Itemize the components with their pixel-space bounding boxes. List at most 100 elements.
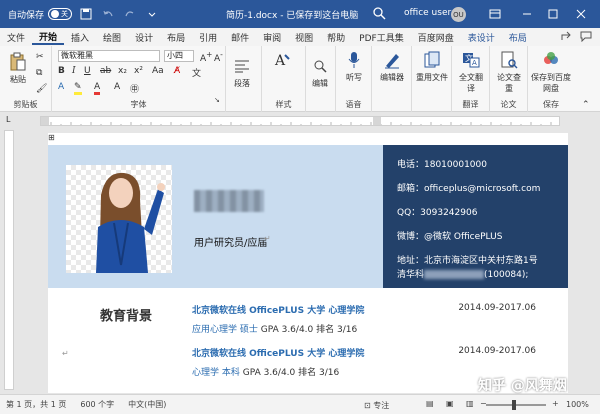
tab-table-design[interactable]: 表设计	[461, 31, 502, 44]
quick-access-dropdown-icon[interactable]	[144, 6, 160, 22]
char-shading-icon[interactable]: A	[114, 82, 120, 92]
tab-draw[interactable]: 绘图	[96, 31, 128, 44]
highlight-icon[interactable]: ✎	[74, 82, 82, 95]
close-icon[interactable]	[572, 6, 590, 22]
redo-icon[interactable]	[122, 6, 138, 22]
full-translate-button[interactable]: 文A 全文翻译	[456, 50, 486, 94]
phonetic-guide-icon[interactable]: 文	[192, 66, 201, 79]
editor-button[interactable]: 编辑器	[378, 50, 406, 83]
save-group: 保存到百度网盘 保存	[528, 46, 574, 112]
user-avatar[interactable]: OU	[451, 7, 466, 22]
document-page[interactable]: ⊞ 用户研究员/应届 ↵ 电话：18010001000 邮箱：officeplu…	[48, 133, 568, 393]
search-icon[interactable]	[372, 6, 386, 23]
editing-button[interactable]: 编辑	[310, 56, 330, 89]
svg-text:A: A	[274, 53, 286, 69]
autosave-control[interactable]: 自动保存 关	[8, 8, 73, 21]
styles-button[interactable]: A	[272, 50, 292, 72]
subscript-icon[interactable]: x₂	[118, 66, 127, 76]
cut-icon[interactable]: ✂	[36, 52, 44, 62]
superscript-icon[interactable]: x²	[134, 66, 143, 76]
text-effects-icon[interactable]: A	[58, 82, 64, 92]
paragraph-group: 段落	[226, 46, 262, 112]
paragraph-icon	[232, 56, 252, 76]
education-dates: 2014.09-2017.06	[458, 303, 536, 313]
change-case-icon[interactable]: Aa	[152, 66, 164, 76]
underline-icon[interactable]: U	[84, 66, 91, 76]
language-indicator[interactable]: 中文(中国)	[122, 399, 166, 410]
phonetic-guide-glyph: 文	[192, 69, 202, 79]
read-mode-icon[interactable]: ▤	[420, 399, 434, 408]
reuse-files-button[interactable]: 重用文件	[416, 50, 448, 83]
bold-icon[interactable]: B	[58, 66, 65, 76]
undo-icon[interactable]	[100, 6, 116, 22]
person-illustration	[96, 172, 165, 273]
gpa-text: GPA 3.6/4.0 排名 3/16	[242, 368, 340, 378]
word-count[interactable]: 600 个字	[74, 399, 114, 410]
status-bar: 第 1 页，共 1 页 600 个字 中文(中国) ⊡ 专注 ▤ ▣ ▥ − +…	[0, 394, 600, 414]
maximize-icon[interactable]	[544, 6, 562, 22]
tab-view[interactable]: 视图	[288, 31, 320, 44]
tab-selector-icon[interactable]: L	[6, 115, 10, 124]
zoom-out-icon[interactable]: −	[474, 399, 487, 408]
paste-icon	[8, 52, 28, 72]
comments-icon[interactable]	[580, 30, 592, 45]
paragraph-button[interactable]: 段落	[232, 56, 252, 89]
vertical-ruler[interactable]	[4, 130, 14, 390]
enclose-char-icon[interactable]: ㊥	[130, 82, 139, 95]
clear-format-icon[interactable]: A̸	[174, 66, 180, 76]
tab-review[interactable]: 审阅	[256, 31, 288, 44]
tab-help[interactable]: 帮助	[320, 31, 352, 44]
web-layout-icon[interactable]: ▥	[460, 399, 474, 408]
user-name[interactable]: office user	[404, 8, 451, 18]
autosave-toggle[interactable]: 关	[48, 8, 73, 20]
tab-insert[interactable]: 插入	[64, 31, 96, 44]
clipboard-group: 粘贴 ✂ ⧉ 🖌 剪贴板	[0, 46, 52, 112]
zoom-in-icon[interactable]: +	[546, 399, 559, 408]
paste-label: 粘贴	[10, 75, 26, 84]
font-name-select[interactable]: 微软雅黑	[58, 50, 160, 62]
grow-font-icon[interactable]: A+	[200, 50, 212, 64]
reuse-files-label: 重用文件	[416, 73, 448, 82]
zoom-level[interactable]: 100%	[560, 400, 589, 409]
address-line-2: 清华科 (100084);	[397, 267, 568, 291]
format-painter-icon[interactable]: 🖌	[36, 84, 47, 94]
horizontal-ruler[interactable]	[40, 116, 560, 126]
save-to-baidu-button[interactable]: 保存到百度网盘	[530, 50, 572, 94]
copy-icon[interactable]: ⧉	[36, 68, 42, 78]
zoom-slider-thumb[interactable]	[512, 400, 516, 410]
tab-home[interactable]: 开始	[32, 30, 65, 45]
strikethrough-icon[interactable]: ab	[100, 66, 111, 76]
table-move-handle-icon[interactable]: ⊞	[48, 133, 55, 142]
print-layout-icon[interactable]: ▣	[440, 399, 454, 408]
ribbon-display-icon[interactable]	[486, 6, 504, 22]
qq-text: QQ：3093242906	[397, 208, 478, 218]
tab-references[interactable]: 引用	[192, 31, 224, 44]
tab-mailings[interactable]: 邮件	[224, 31, 256, 44]
shrink-font-icon[interactable]: A-	[214, 50, 223, 64]
tab-layout[interactable]: 布局	[160, 31, 192, 44]
minimize-icon[interactable]	[518, 6, 536, 22]
focus-mode[interactable]: ⊡ 专注	[358, 400, 389, 411]
share-icon[interactable]	[560, 30, 572, 45]
font-color-icon[interactable]: A	[94, 82, 101, 95]
voice-group-label: 语音	[345, 100, 362, 109]
ribbon: 粘贴 ✂ ⧉ 🖌 剪贴板 微软雅黑 小四 A+ A- B I U ab x₂ x…	[0, 46, 600, 112]
tab-table-layout[interactable]: 布局	[502, 31, 534, 44]
page-count[interactable]: 第 1 页，共 1 页	[0, 399, 66, 410]
dictate-button[interactable]: 听写	[342, 50, 366, 83]
paper-check-button[interactable]: 论文查重	[494, 50, 524, 94]
tab-baidu-pan[interactable]: 百度网盘	[411, 31, 461, 44]
save-icon[interactable]	[78, 6, 94, 22]
zoom-slider[interactable]	[486, 404, 546, 406]
education-entry: 北京微软在线 OfficePLUS 大学 心理学院 应用心理学 硕士 GPA 3…	[192, 303, 364, 335]
education-entry: 北京微软在线 OfficePLUS 大学 心理学院 心理学 本科 GPA 3.6…	[192, 346, 364, 378]
italic-icon[interactable]: I	[72, 66, 76, 76]
gpa-text: GPA 3.6/4.0 排名 3/16	[260, 325, 358, 335]
find-icon	[310, 56, 330, 76]
paste-button[interactable]: 粘贴	[8, 52, 28, 85]
font-size-select[interactable]: 小四	[164, 50, 194, 62]
tab-design[interactable]: 设计	[128, 31, 160, 44]
collapse-ribbon-icon[interactable]: ⌃	[582, 100, 590, 110]
tab-pdf-tools[interactable]: PDF工具集	[352, 31, 411, 44]
tab-file[interactable]: 文件	[0, 31, 32, 44]
